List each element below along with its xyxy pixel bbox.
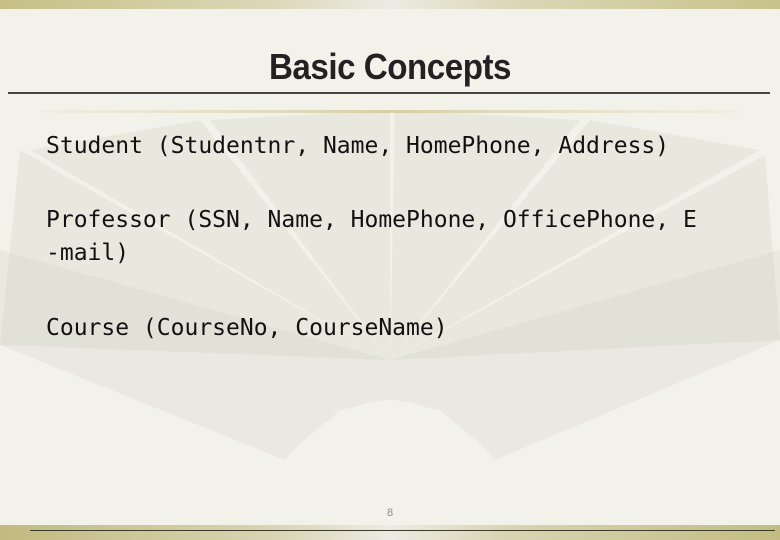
top-decorative-bar bbox=[0, 0, 780, 9]
bottom-divider bbox=[30, 530, 775, 531]
list-item-student: Student (Studentnr, Name, HomePhone, Add… bbox=[46, 133, 670, 159]
page-number: 8 bbox=[386, 507, 394, 519]
title-divider bbox=[8, 92, 770, 94]
title-shadow-divider bbox=[40, 110, 740, 113]
bottom-decorative-bar bbox=[0, 525, 780, 540]
list-item-professor: Professor (SSN, Name, HomePhone, OfficeP… bbox=[46, 207, 697, 266]
list-item-course: Course (CourseNo, CourseName) bbox=[46, 315, 448, 341]
slide-title: Basic Concepts bbox=[268, 46, 512, 87]
